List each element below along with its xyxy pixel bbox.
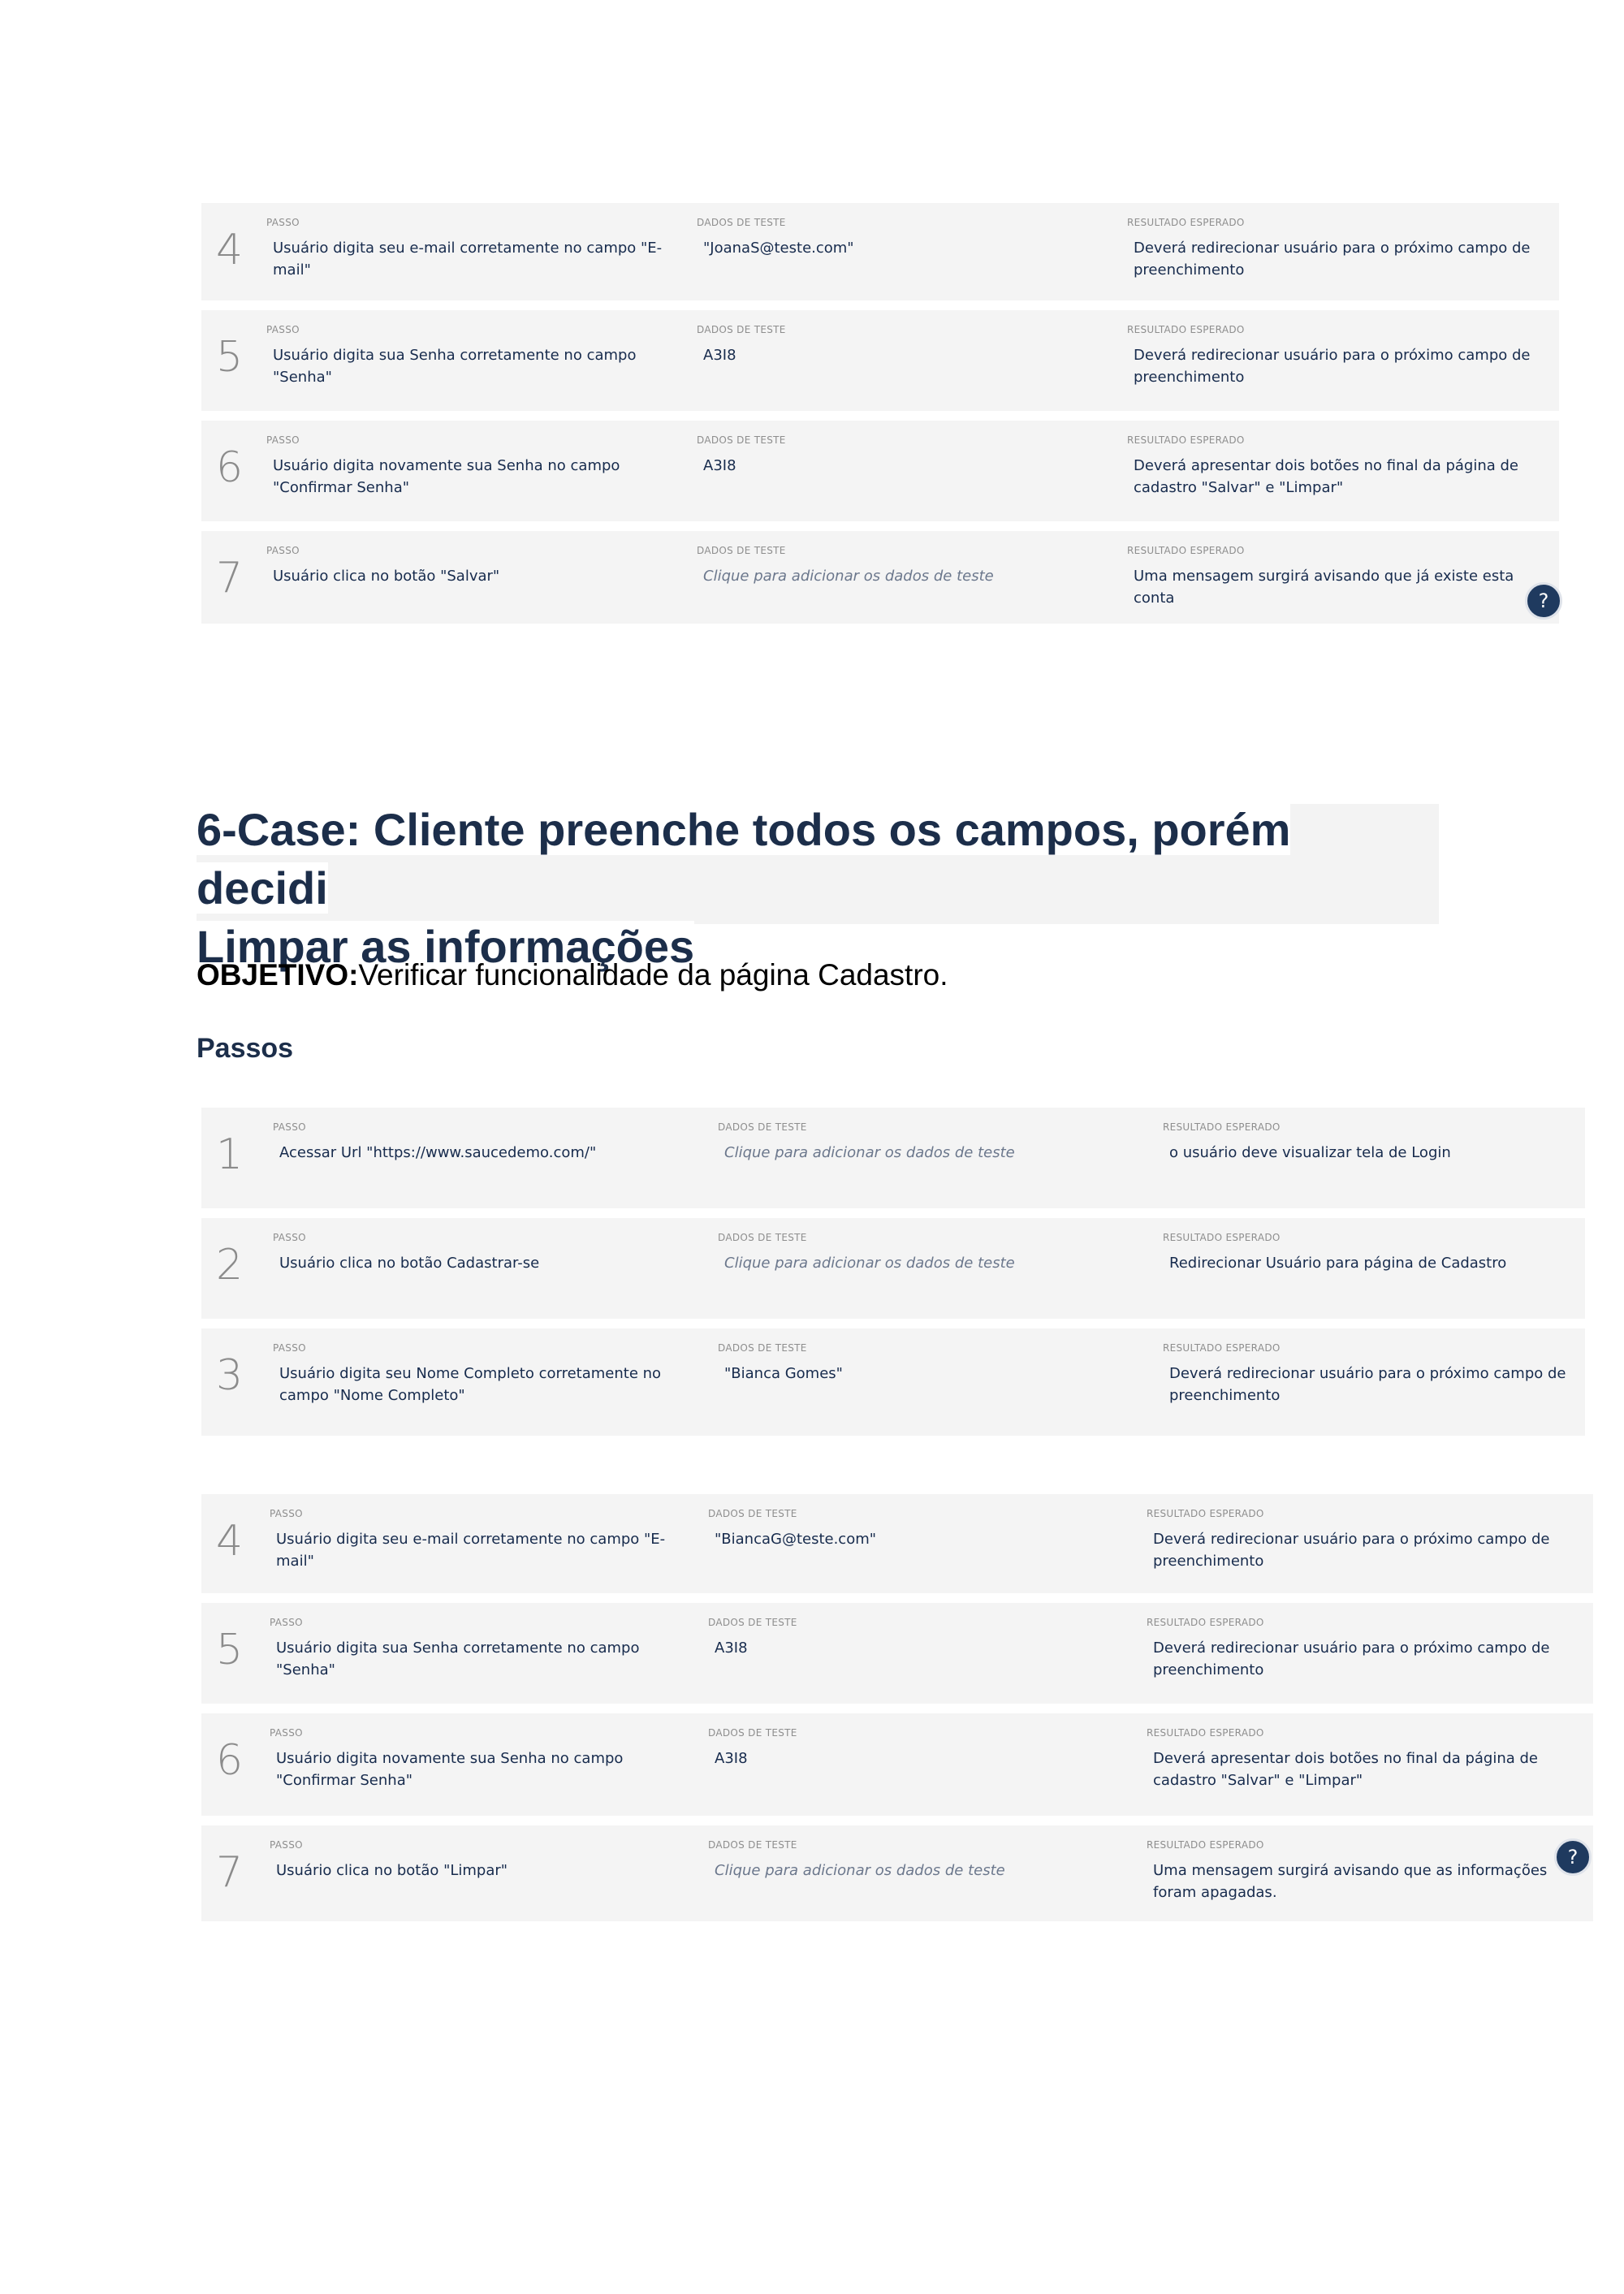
col-label-passo: PASSO [266, 434, 300, 446]
step-test-data[interactable]: A3I8 [703, 455, 1109, 477]
col-label-resultado: RESULTADO ESPERADO [1147, 1839, 1264, 1851]
col-label-dados: DADOS DE TESTE [697, 217, 786, 228]
table-row[interactable]: 2 PASSO Usuário clica no botão Cadastrar… [201, 1218, 1585, 1319]
step-test-data[interactable]: "BiancaG@teste.com" [715, 1528, 1137, 1550]
col-label-resultado: RESULTADO ESPERADO [1163, 1232, 1281, 1243]
table-row[interactable]: 1 PASSO Acessar Url "https://www.saucede… [201, 1108, 1585, 1208]
col-label-passo: PASSO [270, 1617, 303, 1628]
col-label-passo: PASSO [266, 545, 300, 556]
step-number: 4 [216, 226, 244, 274]
col-label-dados: DADOS DE TESTE [708, 1839, 797, 1851]
table-row[interactable]: 6 PASSO Usuário digita novamente sua Sen… [201, 421, 1559, 521]
col-label-resultado: RESULTADO ESPERADO [1127, 434, 1245, 446]
step-expected-result[interactable]: Deverá redirecionar usuário para o próxi… [1153, 1528, 1567, 1572]
col-label-passo: PASSO [266, 324, 300, 335]
step-action[interactable]: Usuário digita novamente sua Senha no ca… [273, 455, 679, 499]
step-test-data-placeholder[interactable]: Clique para adicionar os dados de teste [724, 1252, 1147, 1274]
col-label-resultado: RESULTADO ESPERADO [1163, 1342, 1281, 1354]
step-test-data[interactable]: "JoanaS@teste.com" [703, 237, 1109, 259]
step-action[interactable]: Usuário digita seu Nome Completo correta… [279, 1363, 702, 1406]
step-expected-result[interactable]: Deverá apresentar dois botões no final d… [1153, 1748, 1575, 1791]
table-row[interactable]: 5 PASSO Usuário digita sua Senha correta… [201, 310, 1559, 411]
col-label-passo: PASSO [266, 217, 300, 228]
col-label-resultado: RESULTADO ESPERADO [1127, 324, 1245, 335]
objective-label: OBJETIVO: [197, 958, 359, 991]
col-label-passo: PASSO [273, 1121, 306, 1133]
step-action[interactable]: Usuário clica no botão Cadastrar-se [279, 1252, 702, 1274]
col-label-passo: PASSO [270, 1839, 303, 1851]
step-expected-result[interactable]: Uma mensagem surgirá avisando que as inf… [1153, 1860, 1575, 1903]
step-number: 5 [216, 333, 244, 382]
step-number: 7 [216, 1848, 244, 1897]
step-number: 6 [216, 1736, 244, 1785]
step-action[interactable]: Usuário digita sua Senha corretamente no… [273, 344, 679, 388]
step-expected-result[interactable]: Deverá redirecionar usuário para o próxi… [1169, 1363, 1575, 1406]
col-label-resultado: RESULTADO ESPERADO [1147, 1727, 1264, 1739]
table-row[interactable]: 7 PASSO Usuário clica no botão "Limpar" … [201, 1825, 1593, 1921]
col-label-passo: PASSO [270, 1727, 303, 1739]
step-action[interactable]: Usuário digita sua Senha corretamente no… [276, 1637, 698, 1681]
table-row[interactable]: 6 PASSO Usuário digita novamente sua Sen… [201, 1713, 1593, 1816]
col-label-dados: DADOS DE TESTE [697, 324, 786, 335]
table-row[interactable]: 7 PASSO Usuário clica no botão "Salvar" … [201, 531, 1559, 624]
col-label-dados: DADOS DE TESTE [708, 1617, 797, 1628]
case-title: 6-Case: Cliente preenche todos os campos… [197, 801, 1374, 976]
step-expected-result[interactable]: Uma mensagem surgirá avisando que já exi… [1134, 565, 1540, 609]
question-mark-icon[interactable]: ? [1525, 582, 1562, 620]
step-test-data-placeholder[interactable]: Clique para adicionar os dados de teste [703, 565, 1109, 587]
step-number: 3 [216, 1351, 244, 1400]
col-label-resultado: RESULTADO ESPERADO [1127, 545, 1245, 556]
step-test-data[interactable]: A3I8 [715, 1637, 1137, 1659]
step-action[interactable]: Usuário digita novamente sua Senha no ca… [276, 1748, 698, 1791]
step-expected-result[interactable]: Redirecionar Usuário para página de Cada… [1169, 1252, 1575, 1274]
question-mark-icon[interactable]: ? [1554, 1838, 1592, 1876]
col-label-resultado: RESULTADO ESPERADO [1163, 1121, 1281, 1133]
objective: OBJETIVO:Verificar funcionalidade da pág… [197, 958, 948, 992]
table-row[interactable]: 5 PASSO Usuário digita sua Senha correta… [201, 1603, 1593, 1704]
col-label-dados: DADOS DE TESTE [718, 1232, 807, 1243]
col-label-dados: DADOS DE TESTE [718, 1342, 807, 1354]
table-row[interactable]: 4 PASSO Usuário digita seu e-mail corret… [201, 203, 1559, 300]
table-row[interactable]: 4 PASSO Usuário digita seu e-mail corret… [201, 1494, 1593, 1593]
step-expected-result[interactable]: Deverá apresentar dois botões no final d… [1134, 455, 1548, 499]
step-action[interactable]: Usuário clica no botão "Salvar" [273, 565, 679, 587]
step-action[interactable]: Acessar Url "https://www.saucedemo.com/" [279, 1142, 702, 1164]
step-expected-result[interactable]: Deverá redirecionar usuário para o próxi… [1153, 1637, 1567, 1681]
step-test-data[interactable]: "Bianca Gomes" [724, 1363, 1147, 1385]
col-label-resultado: RESULTADO ESPERADO [1147, 1508, 1264, 1519]
step-number: 6 [216, 443, 244, 492]
case-title-line1: 6-Case: Cliente preenche todos os campos… [197, 804, 1291, 914]
col-label-dados: DADOS DE TESTE [697, 545, 786, 556]
col-label-dados: DADOS DE TESTE [708, 1727, 797, 1739]
step-number: 2 [216, 1241, 244, 1290]
table-row[interactable]: 3 PASSO Usuário digita seu Nome Completo… [201, 1328, 1585, 1436]
objective-text: Verificar funcionalidade da página Cadas… [358, 958, 948, 991]
step-test-data[interactable]: A3I8 [703, 344, 1109, 366]
step-expected-result[interactable]: o usuário deve visualizar tela de Login [1169, 1142, 1575, 1164]
step-test-data-placeholder[interactable]: Clique para adicionar os dados de teste [724, 1142, 1147, 1164]
col-label-dados: DADOS DE TESTE [697, 434, 786, 446]
step-test-data[interactable]: A3I8 [715, 1748, 1137, 1769]
col-label-resultado: RESULTADO ESPERADO [1147, 1617, 1264, 1628]
step-number: 7 [216, 554, 244, 603]
step-expected-result[interactable]: Deverá redirecionar usuário para o próxi… [1134, 344, 1540, 388]
col-label-resultado: RESULTADO ESPERADO [1127, 217, 1245, 228]
step-action[interactable]: Usuário clica no botão "Limpar" [276, 1860, 698, 1881]
step-number: 1 [216, 1130, 244, 1179]
step-action[interactable]: Usuário digita seu e-mail corretamente n… [276, 1528, 698, 1572]
step-number: 5 [216, 1626, 244, 1674]
col-label-dados: DADOS DE TESTE [718, 1121, 807, 1133]
step-action[interactable]: Usuário digita seu e-mail corretamente n… [273, 237, 679, 281]
col-label-dados: DADOS DE TESTE [708, 1508, 797, 1519]
step-expected-result[interactable]: Deverá redirecionar usuário para o próxi… [1134, 237, 1540, 281]
passos-heading: Passos [197, 1033, 294, 1064]
step-number: 4 [216, 1517, 244, 1566]
col-label-passo: PASSO [270, 1508, 303, 1519]
col-label-passo: PASSO [273, 1232, 306, 1243]
step-test-data-placeholder[interactable]: Clique para adicionar os dados de teste [715, 1860, 1137, 1881]
col-label-passo: PASSO [273, 1342, 306, 1354]
